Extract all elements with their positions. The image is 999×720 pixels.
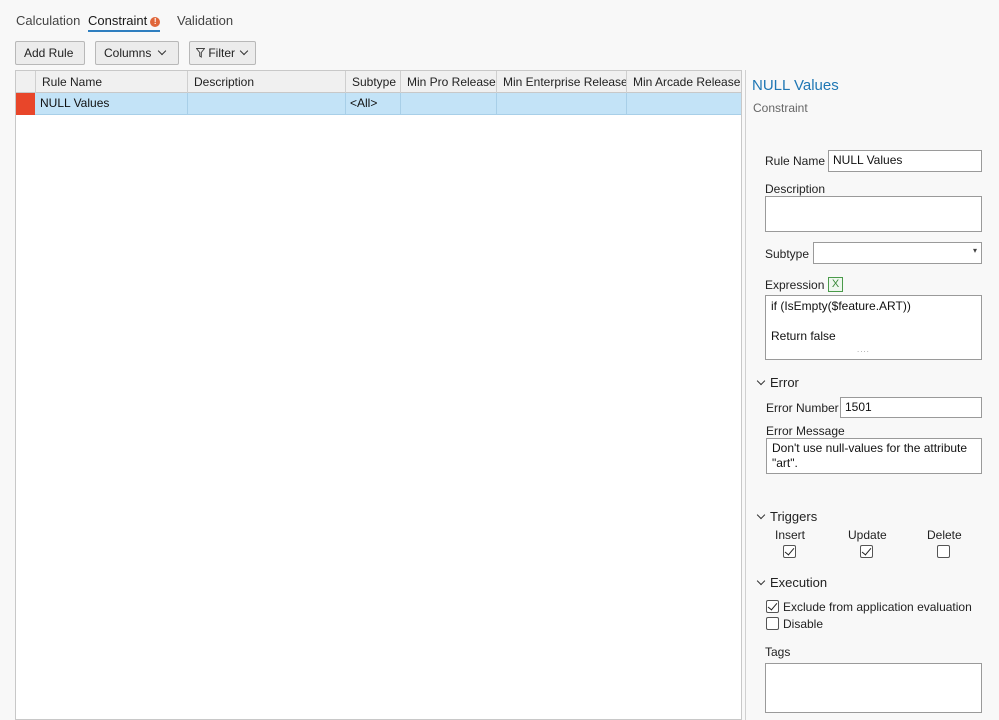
- error-message-input[interactable]: Don't use null-values for the attribute …: [766, 438, 982, 474]
- expression-line-2: Return false: [771, 329, 836, 343]
- error-message-label: Error Message: [766, 424, 845, 438]
- disable-checkbox[interactable]: [766, 617, 779, 630]
- filter-dropdown[interactable]: Filter: [189, 41, 256, 65]
- expression-line-1: if (IsEmpty($feature.ART)): [771, 299, 911, 313]
- chevron-down-icon: [158, 46, 167, 56]
- row-error-marker[interactable]: [16, 93, 35, 115]
- column-header-min-pro-release[interactable]: Min Pro Release: [401, 71, 497, 93]
- expression-label: Expression: [765, 278, 825, 292]
- add-rule-button[interactable]: Add Rule: [15, 41, 85, 65]
- exclude-from-evaluation-label[interactable]: Exclude from application evaluation: [783, 600, 972, 614]
- disable-label[interactable]: Disable: [783, 617, 823, 631]
- execution-section-header[interactable]: Execution: [756, 575, 827, 590]
- cell-rule-name[interactable]: NULL Values: [36, 93, 188, 115]
- column-header-min-enterprise-release[interactable]: Min Enterprise Release: [497, 71, 627, 93]
- subtype-label: Subtype: [765, 247, 810, 261]
- tags-input[interactable]: [765, 663, 982, 713]
- cell-min-pro-release[interactable]: [401, 93, 497, 115]
- resize-grip-icon[interactable]: ....: [857, 342, 870, 357]
- column-header-subtype[interactable]: Subtype: [346, 71, 401, 93]
- chevron-down-icon: [756, 510, 766, 520]
- cell-min-arcade-release[interactable]: [627, 93, 741, 115]
- error-number-label: Error Number: [766, 401, 839, 415]
- dropdown-arrow-icon: ▾: [972, 246, 977, 255]
- trigger-insert-label: Insert: [775, 528, 806, 542]
- filter-icon: [195, 48, 206, 58]
- column-header-min-arcade-release[interactable]: Min Arcade Release: [627, 71, 741, 93]
- panel-title: NULL Values: [752, 77, 839, 94]
- error-number-input[interactable]: 1501: [840, 397, 982, 418]
- tab-calculation[interactable]: Calculation: [16, 12, 80, 32]
- cell-min-enterprise-release[interactable]: [497, 93, 627, 115]
- warning-icon: !: [150, 17, 161, 27]
- description-input[interactable]: [765, 196, 982, 232]
- error-section-header[interactable]: Error: [756, 375, 799, 390]
- exclude-from-evaluation-checkbox[interactable]: [766, 600, 779, 613]
- tab-validation[interactable]: Validation: [177, 12, 233, 32]
- chevron-down-icon: [239, 46, 249, 56]
- row-selector-header[interactable]: [16, 71, 36, 93]
- expression-editor[interactable]: if (IsEmpty($feature.ART)) Return false …: [765, 295, 982, 360]
- columns-dropdown[interactable]: Columns: [95, 41, 179, 65]
- triggers-section-header[interactable]: Triggers: [756, 509, 817, 524]
- description-label: Description: [765, 182, 826, 196]
- tab-constraint[interactable]: Constraint!: [88, 12, 161, 32]
- chevron-down-icon: [756, 576, 766, 586]
- cell-subtype[interactable]: <All>: [346, 93, 401, 115]
- tags-label: Tags: [765, 645, 791, 659]
- table-row[interactable]: NULL Values <All>: [16, 93, 741, 115]
- table-header: Rule Name Description Subtype Min Pro Re…: [16, 71, 741, 93]
- trigger-insert-checkbox[interactable]: [783, 545, 796, 558]
- trigger-delete-label: Delete: [927, 528, 962, 542]
- panel-subtitle: Constraint: [753, 101, 808, 115]
- expression-builder-icon[interactable]: X: [828, 277, 843, 292]
- column-header-description[interactable]: Description: [188, 71, 346, 93]
- column-header-rule-name[interactable]: Rule Name: [36, 71, 188, 93]
- trigger-update-checkbox[interactable]: [860, 545, 873, 558]
- cell-description[interactable]: [188, 93, 346, 115]
- trigger-update-label: Update: [848, 528, 887, 542]
- rules-table: Rule Name Description Subtype Min Pro Re…: [15, 70, 742, 720]
- rule-name-label: Rule Name: [765, 154, 826, 168]
- trigger-delete-checkbox[interactable]: [937, 545, 950, 558]
- chevron-down-icon: [756, 376, 766, 386]
- rule-name-input[interactable]: NULL Values: [828, 150, 982, 172]
- subtype-select[interactable]: ▾: [813, 242, 982, 264]
